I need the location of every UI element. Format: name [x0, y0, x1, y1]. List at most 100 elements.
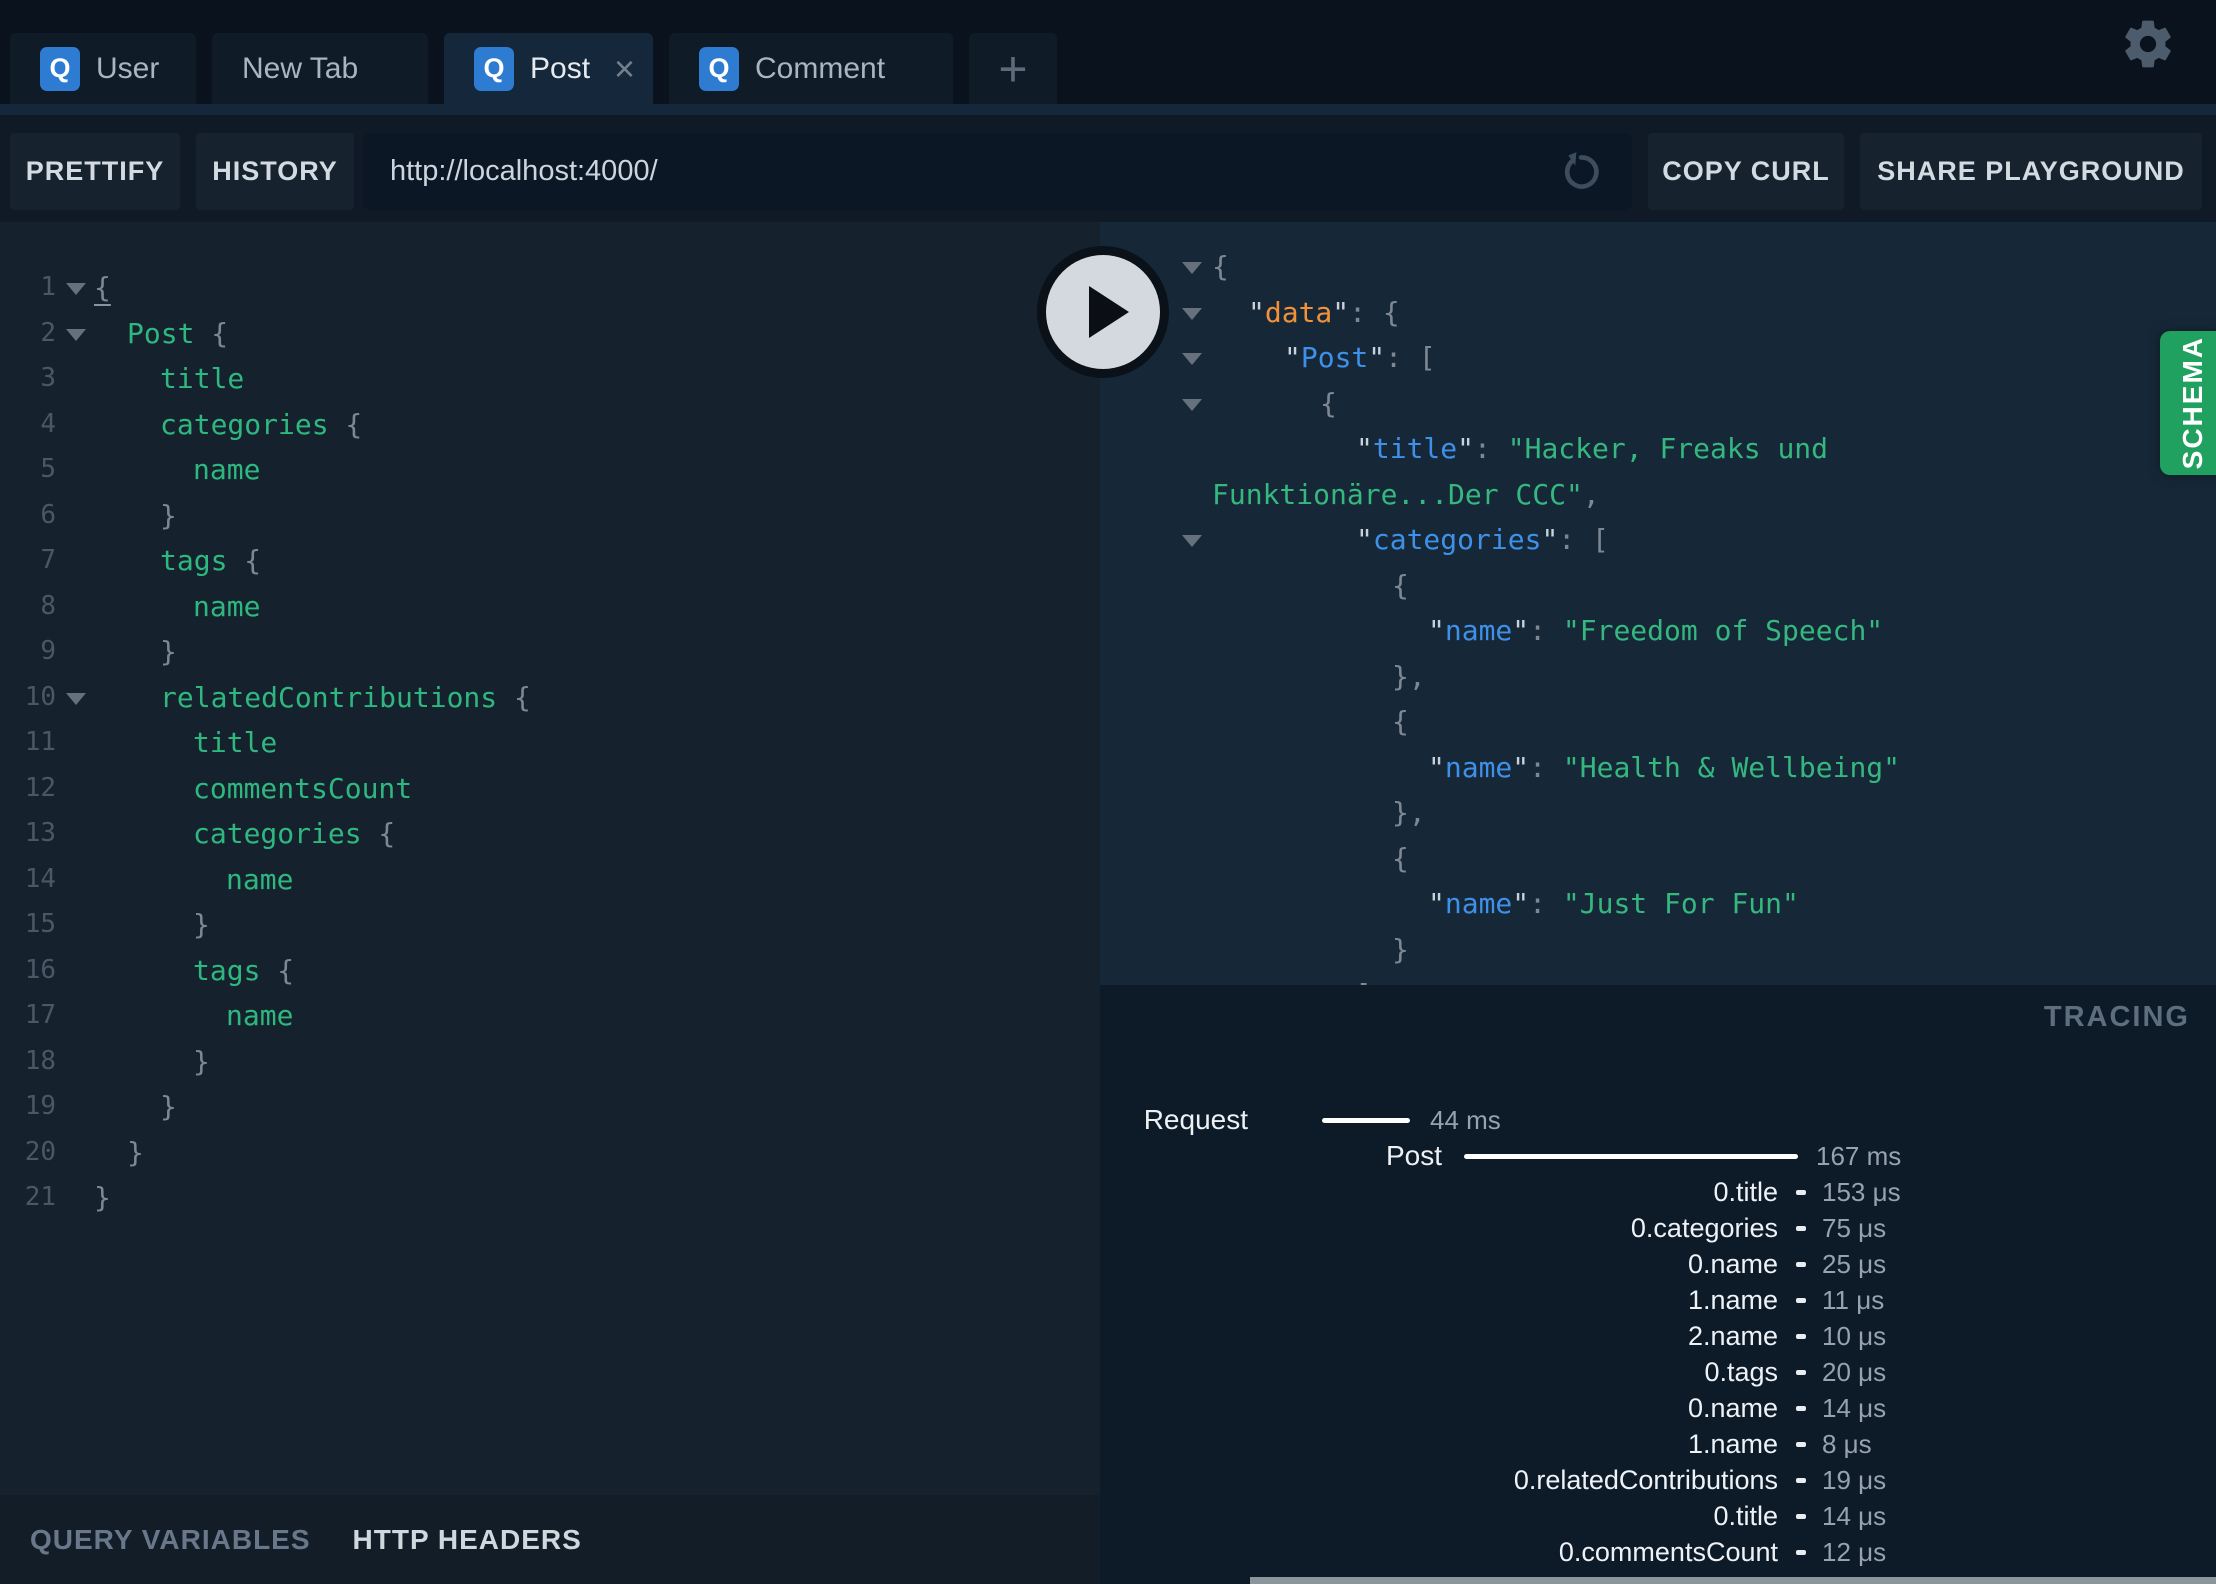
response-lines: {"data": {"Post": [{"title": "Hacker, Fr…	[1100, 244, 2216, 985]
code-token: :	[1529, 887, 1563, 920]
code-token: "Health & Wellbeing"	[1562, 750, 1901, 784]
code-token: : [	[1385, 341, 1436, 374]
chevron-down-icon[interactable]	[66, 283, 86, 295]
tracing-row-dash	[1796, 1297, 1806, 1303]
tab-strip: Q User New Tab Q Post × Q Comment +	[10, 33, 1057, 104]
plus-icon: +	[998, 40, 1028, 97]
http-headers-tab[interactable]: HTTP HEADERS	[353, 1524, 582, 1556]
query-editor-lines: 1{2 Post {3 title 4 categories {5 name 6} 7 tags…	[0, 265, 1100, 1221]
code-token: data	[1264, 295, 1333, 329]
line-number: 18	[24, 1045, 56, 1076]
response-line: "title": "Hacker, Freaks und	[1100, 426, 2216, 472]
line-number: 6	[40, 499, 56, 530]
response-line: ]	[1100, 972, 2216, 985]
settings-button[interactable]	[2120, 16, 2176, 72]
tab-label: Post	[530, 51, 591, 85]
query-variables-tab[interactable]: QUERY VARIABLES	[30, 1524, 311, 1556]
code-token: "	[1512, 614, 1530, 647]
tracing-row-value: 75 μs	[1822, 1212, 1887, 1243]
query-editor[interactable]: 1{2 Post {3 title 4 categories {5 name 6} 7 tags…	[0, 222, 1100, 1495]
code-token: relatedContributions	[160, 680, 498, 714]
code-token: ,	[1582, 477, 1600, 511]
tracing-row: 0.commentsCount 12 μs	[1100, 1534, 2216, 1570]
editor-code: commentsCount	[193, 766, 412, 812]
tracing-row: 0.title 153 μs	[1100, 1174, 2216, 1210]
editor-code: {	[94, 265, 111, 311]
code-token: }	[193, 908, 210, 941]
code-token: :	[1529, 750, 1563, 784]
code-token: "	[1284, 341, 1301, 374]
code-token: title	[160, 362, 245, 395]
tracing-scrollbar[interactable]	[1250, 1577, 2216, 1584]
editor-code: title	[160, 356, 244, 402]
code-token: {	[1320, 386, 1337, 420]
chevron-down-icon[interactable]	[1182, 262, 1202, 274]
response-code: {	[1320, 381, 1337, 427]
tab-comment[interactable]: Q Comment	[669, 33, 953, 104]
code-token: {	[194, 316, 229, 350]
code-token: tags	[160, 544, 228, 577]
close-icon[interactable]: ×	[614, 50, 635, 87]
code-token: "	[1428, 750, 1445, 784]
code-token: categories	[160, 407, 329, 441]
editor-code: name	[193, 447, 260, 493]
code-token: name	[1444, 614, 1513, 647]
tab-bar: Q User New Tab Q Post × Q Comment +	[0, 0, 2216, 104]
tab-new-tab[interactable]: New Tab	[212, 33, 428, 104]
prettify-button[interactable]: PRETTIFY	[10, 133, 180, 210]
response-line: {	[1100, 244, 2216, 290]
tracing-row-value: 8 μs	[1822, 1428, 1872, 1459]
gear-icon	[2125, 20, 2171, 68]
code-token: "	[1512, 887, 1530, 920]
tab-user[interactable]: Q User	[10, 33, 196, 104]
query-badge: Q	[474, 46, 514, 91]
code-token: Post	[127, 316, 195, 350]
code-token: "Just For Fun"	[1562, 887, 1799, 920]
chevron-down-icon[interactable]	[66, 692, 86, 705]
chevron-down-icon[interactable]	[66, 328, 86, 341]
toolbar: PRETTIFY HISTORY http://localhost:4000/ …	[0, 115, 2216, 222]
refresh-icon[interactable]	[1558, 149, 1604, 195]
line-number: 16	[24, 954, 56, 985]
editor-line: 5 name	[0, 447, 1100, 493]
code-token: commentsCount	[193, 771, 413, 805]
chevron-down-icon[interactable]	[1182, 535, 1202, 547]
line-number: 19	[24, 1091, 56, 1121]
history-button[interactable]: HISTORY	[196, 133, 354, 210]
code-token: "	[1248, 295, 1265, 329]
chevron-down-icon[interactable]	[1182, 398, 1202, 411]
code-token: name	[193, 453, 261, 486]
response-code: },	[1392, 790, 1426, 836]
line-number: 3	[40, 363, 56, 393]
line-number: 4	[40, 408, 56, 439]
response-code: "data": {	[1248, 290, 1400, 336]
share-playground-button[interactable]: SHARE PLAYGROUND	[1860, 133, 2202, 210]
tab-post[interactable]: Q Post ×	[444, 33, 653, 104]
code-token: {	[497, 680, 531, 714]
code-token: "	[1368, 341, 1386, 374]
tracing-row: 2.name 10 μs	[1100, 1318, 2216, 1354]
copy-curl-button[interactable]: COPY CURL	[1648, 133, 1844, 210]
response-code: {	[1392, 563, 1409, 609]
editor-line: 17 name	[0, 993, 1100, 1039]
chevron-down-icon[interactable]	[1182, 353, 1202, 365]
schema-tab-button[interactable]: SCHEMA	[2160, 331, 2216, 475]
line-number: 20	[24, 1136, 56, 1167]
line-number: 12	[24, 772, 56, 803]
execute-button[interactable]	[1037, 246, 1169, 378]
response-line: {	[1100, 699, 2216, 745]
code-token: "	[1356, 432, 1373, 465]
tracing-row-label: 0.title	[1713, 1176, 1778, 1207]
graphql-playground-window: Q User New Tab Q Post × Q Comment + PRETTIFY HIS…	[0, 0, 2216, 1584]
code-token: {	[94, 271, 111, 304]
tracing-rows: 0.title 153 μs 0.categories 75 μs 0.name 25 μ…	[1100, 1174, 2216, 1584]
new-tab-button[interactable]: +	[969, 33, 1057, 104]
editor-line: 14 name	[0, 857, 1100, 903]
endpoint-input[interactable]: http://localhost:4000/	[362, 133, 1632, 210]
line-number: 7	[40, 545, 56, 575]
tracing-span-post: Post 167 ms	[1100, 1138, 2216, 1174]
tracing-row-dash	[1796, 1225, 1806, 1231]
editor-code: tags {	[160, 538, 261, 584]
tracing-row-value: 14 μs	[1822, 1500, 1887, 1531]
chevron-down-icon[interactable]	[1182, 307, 1202, 320]
